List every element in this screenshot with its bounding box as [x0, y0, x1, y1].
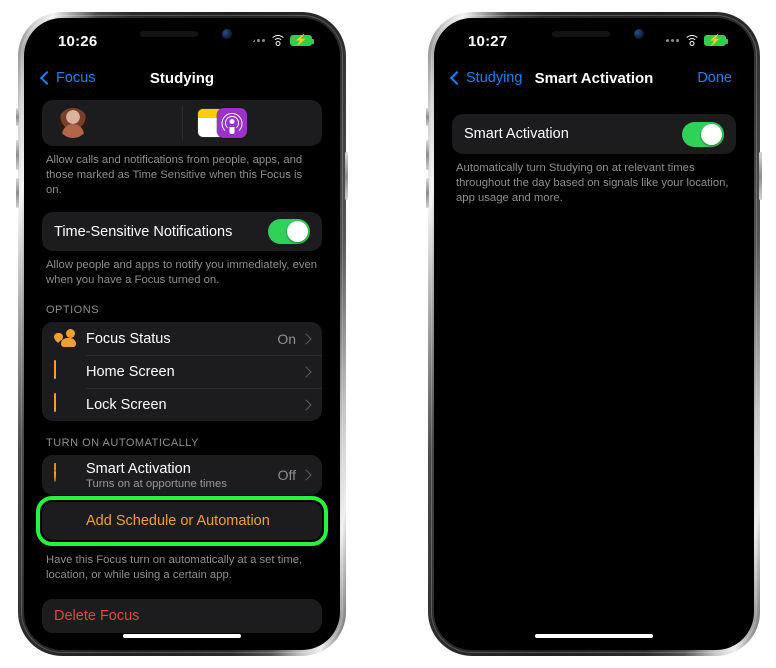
options-header: OPTIONS [46, 304, 100, 316]
battery-charging-icon: ⚡ [704, 35, 728, 46]
status-indicators: ⚡ [661, 35, 728, 46]
volume-up-button[interactable] [16, 140, 19, 170]
chevron-right-icon [300, 365, 312, 378]
notch [518, 22, 670, 47]
status-time: 10:27 [468, 33, 508, 50]
earpiece-speaker-icon [552, 31, 610, 37]
option-row-focus-status[interactable]: Focus Status On [42, 322, 322, 355]
delete-focus-card[interactable]: Delete Focus [42, 599, 322, 633]
power-icon [54, 463, 76, 486]
front-camera-icon [222, 29, 232, 39]
settings-list-left[interactable]: Allow calls and notifications from peopl… [28, 100, 336, 646]
chevron-right-icon [300, 332, 312, 345]
allowed-apps-card[interactable] [42, 100, 322, 146]
left-bezel: 10:26 ⚡ Focus Studying Allow calls and n… [24, 18, 340, 650]
smart-activation-toggle-card: Smart Activation [452, 114, 736, 154]
volume-down-button[interactable] [16, 178, 19, 208]
time-sensitive-toggle[interactable] [268, 219, 310, 244]
add-schedule-footnote: Have this Focus turn on automatically at… [46, 554, 303, 581]
settings-list-right[interactable]: Smart Activation Automatically turn Stud… [438, 100, 750, 646]
wifi-icon [269, 35, 286, 46]
person-avatar [58, 108, 88, 138]
turn-on-automatically-header: TURN ON AUTOMATICALLY [46, 437, 199, 449]
add-schedule-card[interactable]: Add Schedule or Automation [42, 502, 322, 540]
left-screen: 10:26 ⚡ Focus Studying Allow calls and n… [28, 22, 336, 646]
allowed-apps-cell[interactable] [182, 100, 322, 146]
screenshot-stage: 10:26 ⚡ Focus Studying Allow calls and n… [0, 0, 776, 668]
option-row-lock-screen[interactable]: Lock Screen [42, 388, 322, 421]
time-sensitive-label: Time-Sensitive Notifications [54, 223, 233, 240]
home-screen-icon [54, 359, 76, 383]
iphone-left: 10:26 ⚡ Focus Studying Allow calls and n… [16, 12, 348, 656]
smart-activation-label: Smart Activation [86, 460, 191, 477]
done-button[interactable]: Done [697, 70, 732, 86]
right-bezel: 10:27 ⚡ Studying Smart Activation Done S… [434, 18, 754, 650]
time-sensitive-row[interactable]: Time-Sensitive Notifications [42, 212, 322, 251]
allowed-apps-row [42, 100, 322, 146]
battery-charging-icon: ⚡ [290, 35, 314, 46]
podcasts-app-icon [217, 108, 247, 138]
earpiece-speaker-icon [140, 31, 198, 37]
nav-bar-left: Focus Studying [28, 62, 336, 100]
smart-activation-footnote: Automatically turn Studying on at releva… [456, 162, 729, 204]
focus-status-icon [54, 328, 76, 350]
smart-activation-row[interactable]: Smart Activation Turns on at opportune t… [42, 455, 322, 495]
smart-activation-label: Smart Activation [464, 126, 569, 142]
option-label: Focus Status [86, 330, 171, 347]
home-indicator[interactable] [123, 633, 241, 638]
nav-bar-right: Studying Smart Activation Done [438, 62, 750, 100]
add-schedule-highlight-wrap: Add Schedule or Automation [36, 496, 328, 546]
plus-circle-icon [54, 510, 76, 532]
notch [106, 22, 258, 47]
wifi-icon [683, 35, 700, 46]
right-screen: 10:27 ⚡ Studying Smart Activation Done S… [438, 22, 750, 646]
lock-screen-icon [54, 392, 76, 416]
option-label: Home Screen [86, 363, 175, 380]
smart-activation-card: Smart Activation Turns on at opportune t… [42, 455, 322, 495]
smart-activation-toggle[interactable] [682, 121, 724, 147]
smart-activation-sublabel: Turns on at opportune times [86, 477, 227, 490]
home-indicator[interactable] [535, 633, 653, 638]
time-sensitive-footnote: Allow people and apps to notify you imme… [46, 259, 318, 286]
page-title: Studying [149, 70, 215, 87]
smart-activation-value: Off [277, 467, 296, 483]
add-schedule-row[interactable]: Add Schedule or Automation [42, 502, 322, 540]
allowed-people-cell[interactable] [42, 100, 182, 146]
option-row-home-screen[interactable]: Home Screen [42, 355, 322, 388]
delete-focus-row[interactable]: Delete Focus [42, 599, 322, 633]
front-camera-icon [634, 29, 644, 39]
volume-down-button[interactable] [426, 178, 429, 208]
mute-switch[interactable] [426, 108, 429, 126]
chevron-right-icon [300, 469, 312, 481]
status-time: 10:26 [58, 33, 98, 50]
volume-up-button[interactable] [426, 140, 429, 170]
time-sensitive-card: Time-Sensitive Notifications [42, 212, 322, 251]
option-label: Lock Screen [86, 396, 167, 413]
allowed-footnote: Allow calls and notifications from peopl… [46, 154, 303, 196]
status-indicators: ⚡ [247, 35, 314, 46]
option-value: On [277, 330, 296, 347]
delete-focus-label: Delete Focus [54, 608, 140, 624]
power-button[interactable] [345, 152, 348, 200]
iphone-right: 10:27 ⚡ Studying Smart Activation Done S… [426, 12, 762, 656]
app-icon-stack [198, 108, 247, 138]
options-card: Focus Status On Home Screen Lock Screen [42, 322, 322, 421]
mute-switch[interactable] [16, 108, 19, 126]
chevron-right-icon [300, 398, 312, 411]
smart-activation-toggle-row[interactable]: Smart Activation [452, 114, 736, 154]
power-button[interactable] [759, 152, 762, 200]
add-schedule-label: Add Schedule or Automation [86, 513, 270, 529]
